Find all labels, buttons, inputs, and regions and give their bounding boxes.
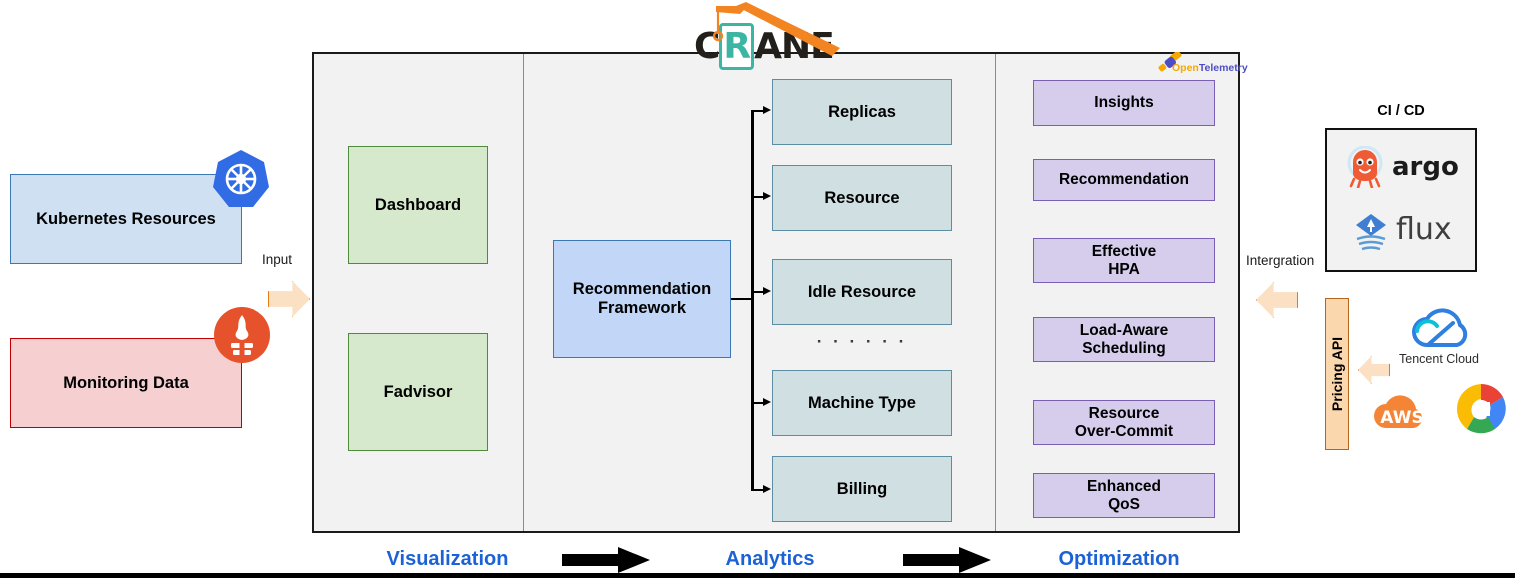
optimization-label-load-aware-1: Load-Aware <box>1079 321 1169 339</box>
flux-icon <box>1352 212 1390 252</box>
arrowhead-resource <box>763 191 771 200</box>
optimization-label-effective-hpa-1: Effective <box>1091 242 1157 260</box>
analytics-label-replicas: Replicas <box>828 102 896 121</box>
analytics-label-billing: Billing <box>836 479 888 498</box>
kubernetes-icon <box>208 147 274 213</box>
monitoring-data-box: Monitoring Data <box>10 338 242 428</box>
analytics-box-resource: Resource <box>772 165 952 231</box>
monitoring-data-label: Monitoring Data <box>63 373 189 392</box>
tencent-cloud-label: Tencent Cloud <box>1399 352 1479 366</box>
optimization-label-recommendation-1: Recommendation <box>1058 171 1190 189</box>
crane-logo: C R ANE <box>694 23 835 70</box>
pricing-api-bar: Pricing API <box>1325 298 1349 450</box>
arrowhead-billing <box>763 484 771 493</box>
optimization-label-load-aware-2: Scheduling <box>1082 339 1166 357</box>
optimization-box-effective-hpa: Effective HPA <box>1033 238 1215 283</box>
optimization-label-over-commit-2: Over-Commit <box>1074 422 1174 440</box>
stage-arrow-1-icon <box>562 546 650 574</box>
tencent-cloud-icon <box>1403 305 1477 351</box>
input-arrow-icon <box>268 281 310 317</box>
crane-logo-r: R <box>719 23 755 70</box>
opentelemetry-telemetry-text: Telemetry <box>1198 62 1248 74</box>
analytics-ellipsis: · · · · · · <box>816 332 908 351</box>
crane-logo-c: C <box>694 26 720 67</box>
analytics-box-billing: Billing <box>772 456 952 522</box>
optimization-box-insights: Insights <box>1033 80 1215 126</box>
stage-arrow-2-icon <box>903 546 991 574</box>
stage-label-visualization: Visualization <box>386 548 509 570</box>
integration-label: Intergration <box>1246 253 1315 268</box>
pricing-api-label: Pricing API <box>1329 336 1346 412</box>
argo-icon <box>1346 146 1384 188</box>
optimization-label-effective-hpa-2: HPA <box>1108 260 1140 278</box>
flux-wordmark: flux <box>1396 212 1452 247</box>
argo-wordmark: argo <box>1392 152 1459 182</box>
analytics-box-replicas: Replicas <box>772 79 952 145</box>
panel-divider-2 <box>995 54 996 531</box>
panel-divider-1 <box>523 54 524 531</box>
svg-text:AWS: AWS <box>1380 408 1423 428</box>
optimization-label-enhanced-qos-2: QoS <box>1108 495 1140 513</box>
cicd-title: CI / CD <box>1377 103 1425 119</box>
analytics-box-machine-type: Machine Type <box>772 370 952 436</box>
optimization-box-resource-over-commit: Resource Over-Commit <box>1033 400 1215 445</box>
stage-label-analytics: Analytics <box>725 548 815 570</box>
fadvisor-box: Fadvisor <box>348 333 488 451</box>
optimization-box-enhanced-qos: Enhanced QoS <box>1033 473 1215 518</box>
analytics-label-resource: Resource <box>824 188 900 207</box>
analytics-label-idle-resource: Idle Resource <box>807 282 917 301</box>
prometheus-icon <box>213 306 271 364</box>
stage-label-optimization: Optimization <box>1058 548 1180 570</box>
dashboard-label: Dashboard <box>374 195 462 214</box>
optimization-label-enhanced-qos-1: Enhanced <box>1086 477 1162 495</box>
dashboard-box: Dashboard <box>348 146 488 264</box>
analytics-box-idle-resource: Idle Resource <box>772 259 952 325</box>
opentelemetry-wordmark: OpenTelemetry <box>1172 62 1248 74</box>
optimization-box-load-aware-scheduling: Load-Aware Scheduling <box>1033 317 1215 362</box>
optimization-label-over-commit-1: Resource <box>1088 404 1160 422</box>
integration-arrow-icon <box>1256 282 1298 318</box>
crane-logo-ane: ANE <box>754 26 835 67</box>
bottom-rule <box>0 573 1515 578</box>
optimization-label-insights-1: Insights <box>1094 94 1154 112</box>
optimization-box-recommendation: Recommendation <box>1033 159 1215 201</box>
recommendation-framework-label-1: Recommendation <box>572 280 712 299</box>
google-cloud-icon <box>1450 380 1512 438</box>
analytics-label-machine-type: Machine Type <box>808 393 916 412</box>
recommendation-framework-box: Recommendation Framework <box>553 240 731 358</box>
arrowhead-idle-resource <box>763 286 771 295</box>
connector-trunk <box>751 110 754 490</box>
arrowhead-replicas <box>763 105 771 114</box>
aws-icon: AWS <box>1368 382 1440 434</box>
opentelemetry-open-text: Open <box>1172 62 1199 74</box>
kubernetes-resources-label: Kubernetes Resources <box>36 209 216 228</box>
input-label: Input <box>262 252 293 267</box>
recommendation-framework-label-2: Framework <box>597 299 687 317</box>
arrowhead-machine-type <box>763 397 771 406</box>
fadvisor-label: Fadvisor <box>383 382 453 401</box>
